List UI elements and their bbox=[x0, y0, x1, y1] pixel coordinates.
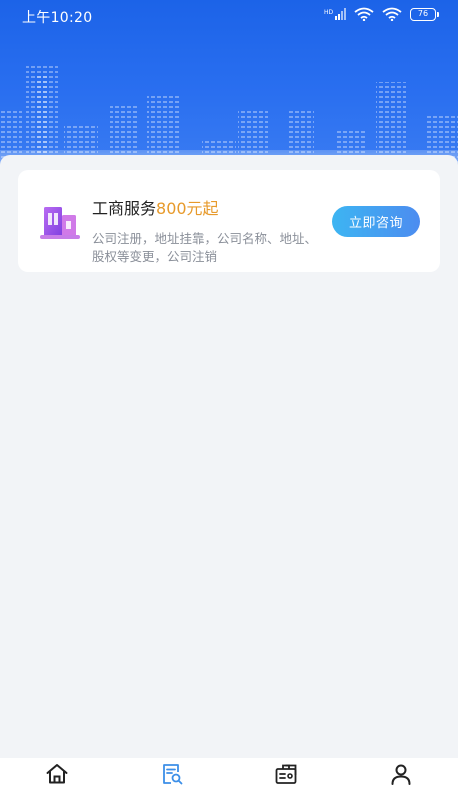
building-icon bbox=[40, 207, 80, 239]
hero-banner: 上午10:20 HD 76 bbox=[0, 0, 458, 170]
service-description: 公司注册，地址挂靠，公司名称、地址、股权等变更，公司注销 bbox=[92, 231, 318, 264]
status-bar: 上午10:20 HD 76 bbox=[0, 0, 458, 30]
document-search-icon bbox=[162, 764, 183, 785]
status-icons: HD 76 bbox=[324, 7, 439, 21]
briefcase-icon bbox=[275, 764, 297, 784]
consult-now-button[interactable]: 立即咨询 bbox=[332, 206, 420, 237]
battery-icon: 76 bbox=[410, 7, 439, 21]
business-service-card[interactable]: 工商服务800元起 公司注册，地址挂靠，公司名称、地址、股权等变更，公司注销 立… bbox=[18, 170, 440, 272]
user-icon bbox=[391, 764, 411, 785]
wifi-icon bbox=[354, 7, 374, 21]
wifi-icon bbox=[382, 7, 402, 21]
home-icon bbox=[46, 764, 68, 784]
card-title: 工商服务800元起 bbox=[92, 195, 219, 219]
status-time: 上午10:20 bbox=[22, 10, 93, 26]
service-name: 工商服务 bbox=[92, 199, 157, 218]
hd-signal-icon: HD bbox=[324, 8, 346, 20]
service-price: 800元起 bbox=[156, 199, 219, 218]
tab-profile[interactable] bbox=[344, 758, 458, 788]
tab-home[interactable] bbox=[0, 758, 115, 788]
city-skyline-illustration bbox=[0, 65, 458, 170]
svg-text:HD: HD bbox=[324, 9, 334, 16]
tab-service[interactable] bbox=[115, 758, 230, 788]
tab-business[interactable] bbox=[229, 758, 344, 788]
main-content: 工商服务800元起 公司注册，地址挂靠，公司名称、地址、股权等变更，公司注销 立… bbox=[0, 155, 458, 758]
bottom-tab-bar bbox=[0, 758, 458, 788]
